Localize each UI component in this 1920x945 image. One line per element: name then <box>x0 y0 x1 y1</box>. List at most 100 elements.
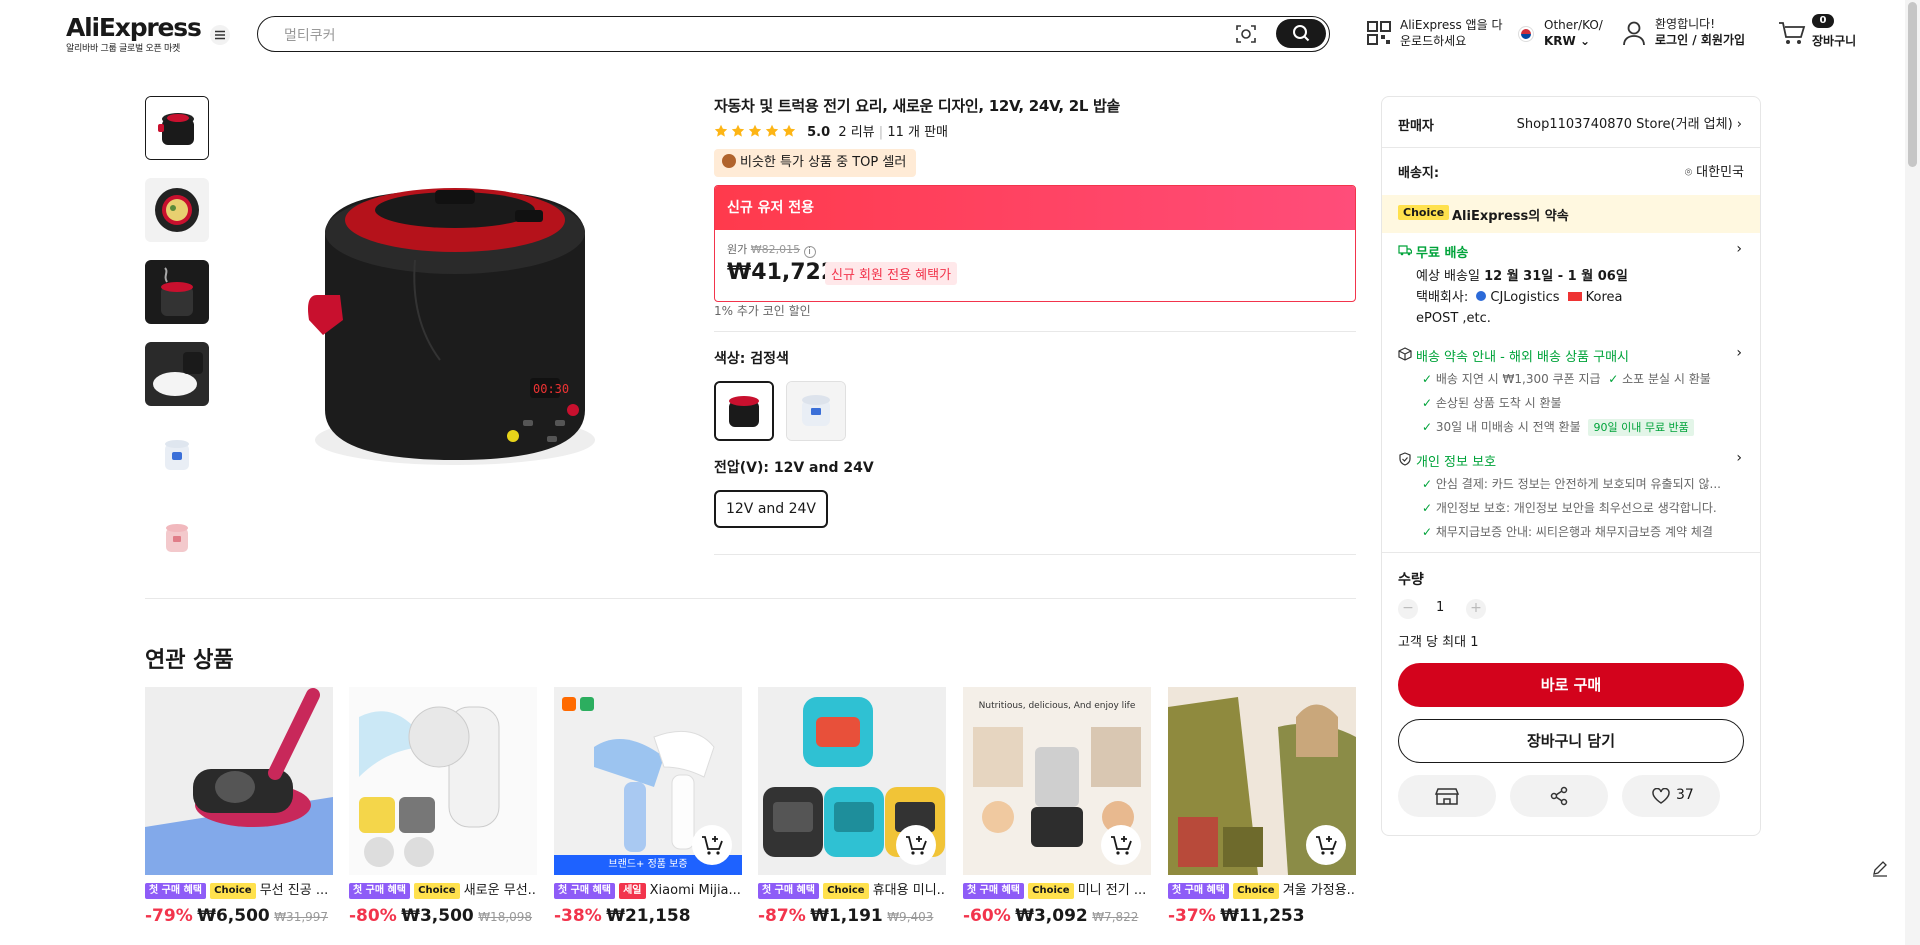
coin-discount-note: 1% 추가 코인 할인 <box>714 304 811 318</box>
main-product-image[interactable]: 00:30 <box>265 120 695 550</box>
choice-tag: Choice <box>1233 883 1279 899</box>
store-button[interactable] <box>1398 775 1496 817</box>
related-product-card[interactable]: 첫 구매 혜택 Choice 휴대용 미니... -87% ₩1,191 ₩9,… <box>758 687 946 926</box>
original-price: ₩31,997 <box>274 910 329 924</box>
product-image[interactable]: 브랜드+ 정품 보증 <box>554 687 742 875</box>
related-product-card[interactable]: 첫 구매 혜택 Choice 겨울 가정용... -37% ₩11,253 <box>1168 687 1356 926</box>
menu-icon[interactable] <box>209 24 231 46</box>
cart-label[interactable]: 장바구니 <box>1812 32 1856 49</box>
free-return-tag: 90일 이내 무료 반품 <box>1588 419 1694 436</box>
cj-logo-icon <box>1476 291 1487 301</box>
review-count[interactable]: 2 리뷰 <box>838 125 874 140</box>
discount: -60% <box>963 906 1011 926</box>
cart-icon[interactable] <box>1778 20 1806 46</box>
add-to-cart-icon[interactable] <box>896 825 936 865</box>
scrollbar-thumb[interactable] <box>1908 2 1917 167</box>
thumbnail-5[interactable] <box>145 424 209 488</box>
first-purchase-tag: 첫 구매 혜택 <box>145 883 206 899</box>
region-selector[interactable]: Other/KO/ KRW ⌄ <box>1544 17 1603 49</box>
color-option-black[interactable] <box>714 381 774 441</box>
aliexpress-logo[interactable]: AliExpress <box>66 13 202 42</box>
product-name: Xiaomi Mijia... <box>649 883 741 898</box>
search-input[interactable]: 멀티쿠커 <box>284 25 336 45</box>
related-product-card[interactable]: 첫 구매 혜택 Choice 무선 진공 ... -79% ₩6,500 ₩31… <box>145 687 333 926</box>
user-icon[interactable] <box>1622 20 1646 46</box>
product-image[interactable] <box>349 687 537 875</box>
product-image[interactable] <box>1168 687 1356 875</box>
sale-tag: 세일 <box>619 883 646 899</box>
header: AliExpress 알리바바 그룹 글로벌 오픈 마켓 멀티쿠커 AliExp… <box>0 0 1905 68</box>
logo-subtitle: 알리바바 그룹 글로벌 오픈 마켓 <box>66 44 180 54</box>
related-product-card[interactable]: 브랜드+ 정품 보증 첫 구매 혜택 세일 Xiaomi Mijia... -3… <box>554 687 742 926</box>
feedback-edit-icon[interactable] <box>1870 858 1890 878</box>
truck-icon <box>1398 243 1412 257</box>
discount: -87% <box>758 906 806 926</box>
promise-item-text: 배송 지연 시 ₩1,300 쿠폰 지급 <box>1435 372 1601 386</box>
chevron-right-icon[interactable]: › <box>1736 450 1742 466</box>
promise-item: ✓ 손상된 상품 도착 시 환불 <box>1422 396 1562 410</box>
add-to-cart-icon[interactable] <box>1101 825 1141 865</box>
color-option-white[interactable] <box>786 381 846 441</box>
quantity-decrease-button[interactable]: − <box>1398 599 1418 619</box>
app-download-link[interactable]: AliExpress 앱을 다 운로드하세요 <box>1400 17 1502 49</box>
max-per-customer: 고객 당 최대 1 <box>1398 635 1479 650</box>
price: ₩21,158 <box>606 906 691 926</box>
quantity-increase-button[interactable]: + <box>1466 599 1486 619</box>
chevron-right-icon[interactable]: › <box>1736 345 1742 361</box>
info-icon[interactable]: i <box>803 246 816 258</box>
rating-value: 5.0 <box>807 125 831 140</box>
first-purchase-tag: 첫 구매 혜택 <box>554 883 615 899</box>
seller-name[interactable]: Shop1103740870 Store(거래 업체) › <box>1517 113 1742 132</box>
promise-item-text: 30일 내 미배송 시 전액 환불 <box>1435 420 1581 434</box>
thumbnail-2[interactable] <box>145 178 209 242</box>
privacy-item-text: 개인정보 보호: 개인정보 보안을 최우선으로 생각합니다. <box>1435 501 1717 515</box>
related-product-card[interactable]: 첫 구매 혜택 Choice 새로운 무선... -80% ₩3,500 ₩18… <box>349 687 537 926</box>
first-purchase-tag: 첫 구매 혜택 <box>349 883 410 899</box>
related-product-card[interactable]: Nutritious, delicious, And enjoy life 첫 … <box>963 687 1151 926</box>
app-download-line2: 운로드하세요 <box>1400 34 1467 48</box>
promise-item: ✓ 30일 내 미배송 시 전액 환불 90일 이내 무료 반품 <box>1422 418 1694 436</box>
qr-code-icon[interactable] <box>1366 20 1392 46</box>
login-signup: 로그인 / 회원가입 <box>1655 33 1746 47</box>
ship-to-selector[interactable]: ⌾ 대한민국 <box>1685 161 1744 180</box>
region-line1: Other/KO/ <box>1544 18 1603 32</box>
divider <box>1382 147 1760 148</box>
quantity-value[interactable]: 1 <box>1436 600 1444 615</box>
heart-icon <box>1652 788 1670 804</box>
search-button[interactable] <box>1276 19 1326 48</box>
account-link[interactable]: 환영합니다! 로그인 / 회원가입 <box>1655 16 1745 48</box>
privacy-item: ✓ 개인정보 보호: 개인정보 보안을 최우선으로 생각합니다. <box>1422 501 1717 515</box>
svg-text:00:30: 00:30 <box>533 382 569 396</box>
discount: -38% <box>554 906 602 926</box>
image-search-icon[interactable] <box>1235 23 1257 45</box>
wishlist-button[interactable]: 37 <box>1622 775 1720 817</box>
voltage-option[interactable]: 12V and 24V <box>714 490 828 528</box>
thumbnail-4[interactable] <box>145 342 209 406</box>
product-image[interactable]: Nutritious, delicious, And enjoy life <box>963 687 1151 875</box>
product-image[interactable] <box>145 687 333 875</box>
ship-to-label: 배송지: <box>1398 166 1440 181</box>
choice-tag: Choice <box>823 883 869 899</box>
choice-tag: Choice <box>414 883 460 899</box>
price: ₩3,092 <box>1015 906 1088 926</box>
first-purchase-tag: 첫 구매 혜택 <box>758 883 819 899</box>
carrier-2: Korea <box>1585 290 1623 305</box>
product-name: 새로운 무선... <box>463 883 537 898</box>
product-title: 자동차 및 트럭용 전기 요리, 새로운 디자인, 12V, 24V, 2L 밥… <box>714 97 1121 115</box>
discount: -79% <box>145 906 193 926</box>
add-to-cart-icon[interactable] <box>692 825 732 865</box>
buy-now-button[interactable]: 바로 구매 <box>1398 663 1744 707</box>
thumbnail-6[interactable] <box>145 506 209 570</box>
sold-count: 11 개 판매 <box>887 125 948 140</box>
chevron-right-icon[interactable]: › <box>1736 241 1742 257</box>
thumbnail-1[interactable] <box>145 96 209 160</box>
star-icon <box>782 124 796 138</box>
thumbnail-3[interactable] <box>145 260 209 324</box>
carrier-label: 택배회사: <box>1416 290 1469 305</box>
share-button[interactable] <box>1510 775 1608 817</box>
product-image[interactable] <box>758 687 946 875</box>
add-to-cart-button[interactable]: 장바구니 담기 <box>1398 719 1744 763</box>
cart-count-badge: 0 <box>1812 14 1834 28</box>
add-to-cart-icon[interactable] <box>1306 825 1346 865</box>
star-icon <box>748 124 762 138</box>
